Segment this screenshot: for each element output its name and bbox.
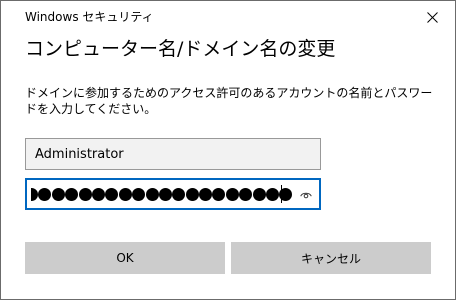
credential-dialog: Windows セキュリティ コンピューター名/ドメイン名の変更 ドメインに参加…: [0, 0, 456, 300]
dialog-heading: コンピューター名/ドメイン名の変更: [25, 38, 336, 60]
close-icon: [426, 11, 438, 23]
password-mask-dot: [266, 187, 280, 201]
cancel-button[interactable]: キャンセル: [231, 242, 431, 274]
password-mask-dot: [199, 187, 213, 201]
text-caret: [281, 185, 282, 203]
password-mask-dot: [239, 187, 253, 201]
password-mask-dot: [51, 187, 65, 201]
password-mask-dot: [172, 187, 186, 201]
title-bar[interactable]: Windows セキュリティ: [1, 1, 455, 33]
password-mask-dot: [132, 187, 146, 201]
dialog-description: ドメインに参加するためのアクセス許可のあるアカウントの名前とパスワードを入力して…: [25, 86, 433, 116]
password-mask-dot: [185, 187, 199, 201]
username-value: Administrator: [35, 146, 124, 162]
close-button[interactable]: [409, 1, 455, 33]
password-mask-dot: [118, 187, 132, 201]
password-mask-dot: [65, 187, 79, 201]
password-mask-dot: [158, 187, 172, 201]
password-mask-dot: [252, 187, 266, 201]
eye-icon: [300, 192, 312, 198]
ok-button[interactable]: OK: [25, 242, 225, 274]
password-mask-dot: [105, 187, 119, 201]
window-title: Windows セキュリティ: [25, 10, 154, 24]
password-mask-dot: [212, 187, 226, 201]
password-mask-dot: [145, 187, 159, 201]
password-mask: [31, 187, 293, 201]
password-mask-dot: [91, 187, 105, 201]
password-mask-dot: [78, 187, 92, 201]
username-field[interactable]: Administrator: [25, 138, 321, 170]
password-mask-dot: [31, 187, 38, 201]
reveal-password-button[interactable]: [298, 186, 314, 202]
password-mask-dot: [38, 187, 52, 201]
password-mask-dot: [225, 187, 239, 201]
password-field[interactable]: [25, 178, 321, 210]
